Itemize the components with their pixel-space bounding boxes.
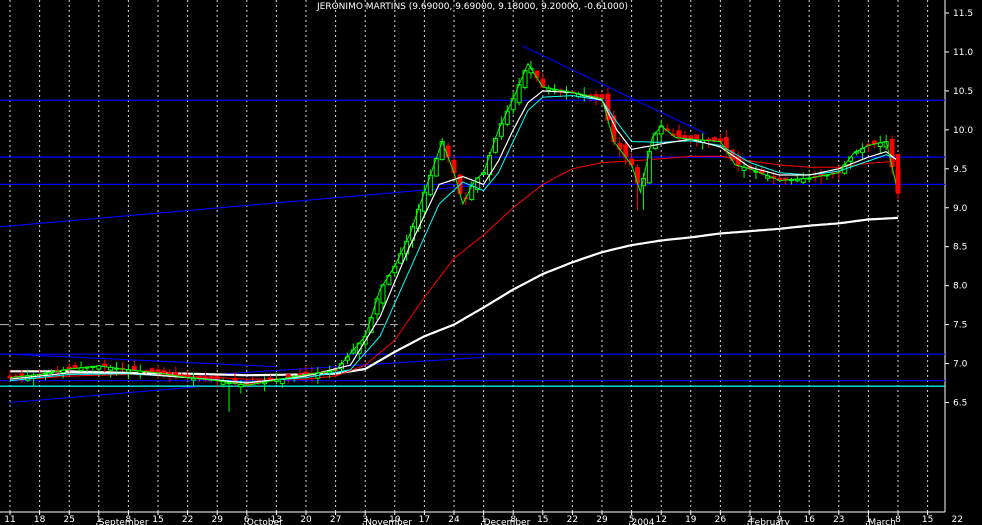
y-tick-label: 7.5	[953, 321, 967, 331]
x-tick-label: 22	[567, 515, 578, 525]
candle-body	[398, 253, 404, 264]
x-tick-label: 17	[419, 515, 430, 525]
x-tick-label: 26	[715, 515, 727, 525]
candle-body	[492, 137, 498, 153]
x-tick-label: 29	[596, 515, 608, 525]
y-tick-label: 7.0	[953, 360, 968, 370]
y-tick-label: 10.5	[953, 87, 973, 97]
x-tick-label: 11	[4, 515, 15, 525]
x-tick-label: 15	[537, 515, 548, 525]
y-tick-label: 8.0	[953, 282, 968, 292]
y-tick-label: 9.0	[953, 204, 968, 214]
x-tick-label: 8	[895, 515, 901, 525]
trend-line	[9, 386, 197, 404]
y-tick-label: 10.0	[953, 126, 973, 136]
trend-line	[0, 185, 472, 228]
month-label: December	[484, 518, 531, 525]
x-tick-label: 20	[300, 515, 312, 525]
month-label: March	[868, 518, 895, 525]
ma-slow-line	[9, 95, 899, 383]
month-label: February	[750, 518, 791, 525]
candle-body	[374, 298, 380, 315]
candle-body	[635, 167, 641, 184]
x-tick-label: 18	[34, 515, 46, 525]
candle-body	[694, 134, 700, 141]
x-tick-label: 29	[211, 515, 223, 525]
x-tick-label: 22	[951, 515, 962, 525]
candle-body	[629, 158, 635, 166]
x-tick-label: 16	[803, 515, 815, 525]
month-label: October	[247, 518, 283, 525]
month-label: 2004	[632, 518, 655, 525]
y-tick-label: 8.5	[953, 243, 967, 253]
month-label: September	[99, 518, 149, 525]
x-tick-label: 25	[63, 515, 74, 525]
candle-body	[451, 160, 457, 174]
candle-body	[534, 70, 540, 79]
y-tick-label: 6.5	[953, 399, 967, 409]
x-tick-label: 22	[182, 515, 193, 525]
x-tick-label: 19	[685, 515, 697, 525]
x-tick-label: 15	[152, 515, 163, 525]
y-tick-label: 9.5	[953, 165, 967, 175]
y-tick-label: 11.5	[953, 9, 973, 19]
candle-body	[540, 78, 546, 88]
trend-line	[9, 353, 277, 368]
stock-chart: 11 18 25 1 8 15 22 29 6 13 20 27 3 10 17 24 1 8 15 22 29 5 12 1…	[0, 0, 973, 525]
month-label: November	[365, 518, 412, 525]
last-candle	[896, 153, 900, 194]
x-tick-label: 27	[330, 515, 341, 525]
x-tick-label: 15	[922, 515, 933, 525]
candle-body	[676, 130, 682, 139]
y-tick-label: 11.0	[953, 48, 973, 58]
candle-body	[510, 98, 516, 111]
candle-body	[392, 265, 398, 274]
x-tick-label: 12	[655, 515, 666, 525]
candle-body	[445, 145, 451, 158]
x-tick-label: 23	[833, 515, 844, 525]
x-tick-label: 24	[448, 515, 460, 525]
